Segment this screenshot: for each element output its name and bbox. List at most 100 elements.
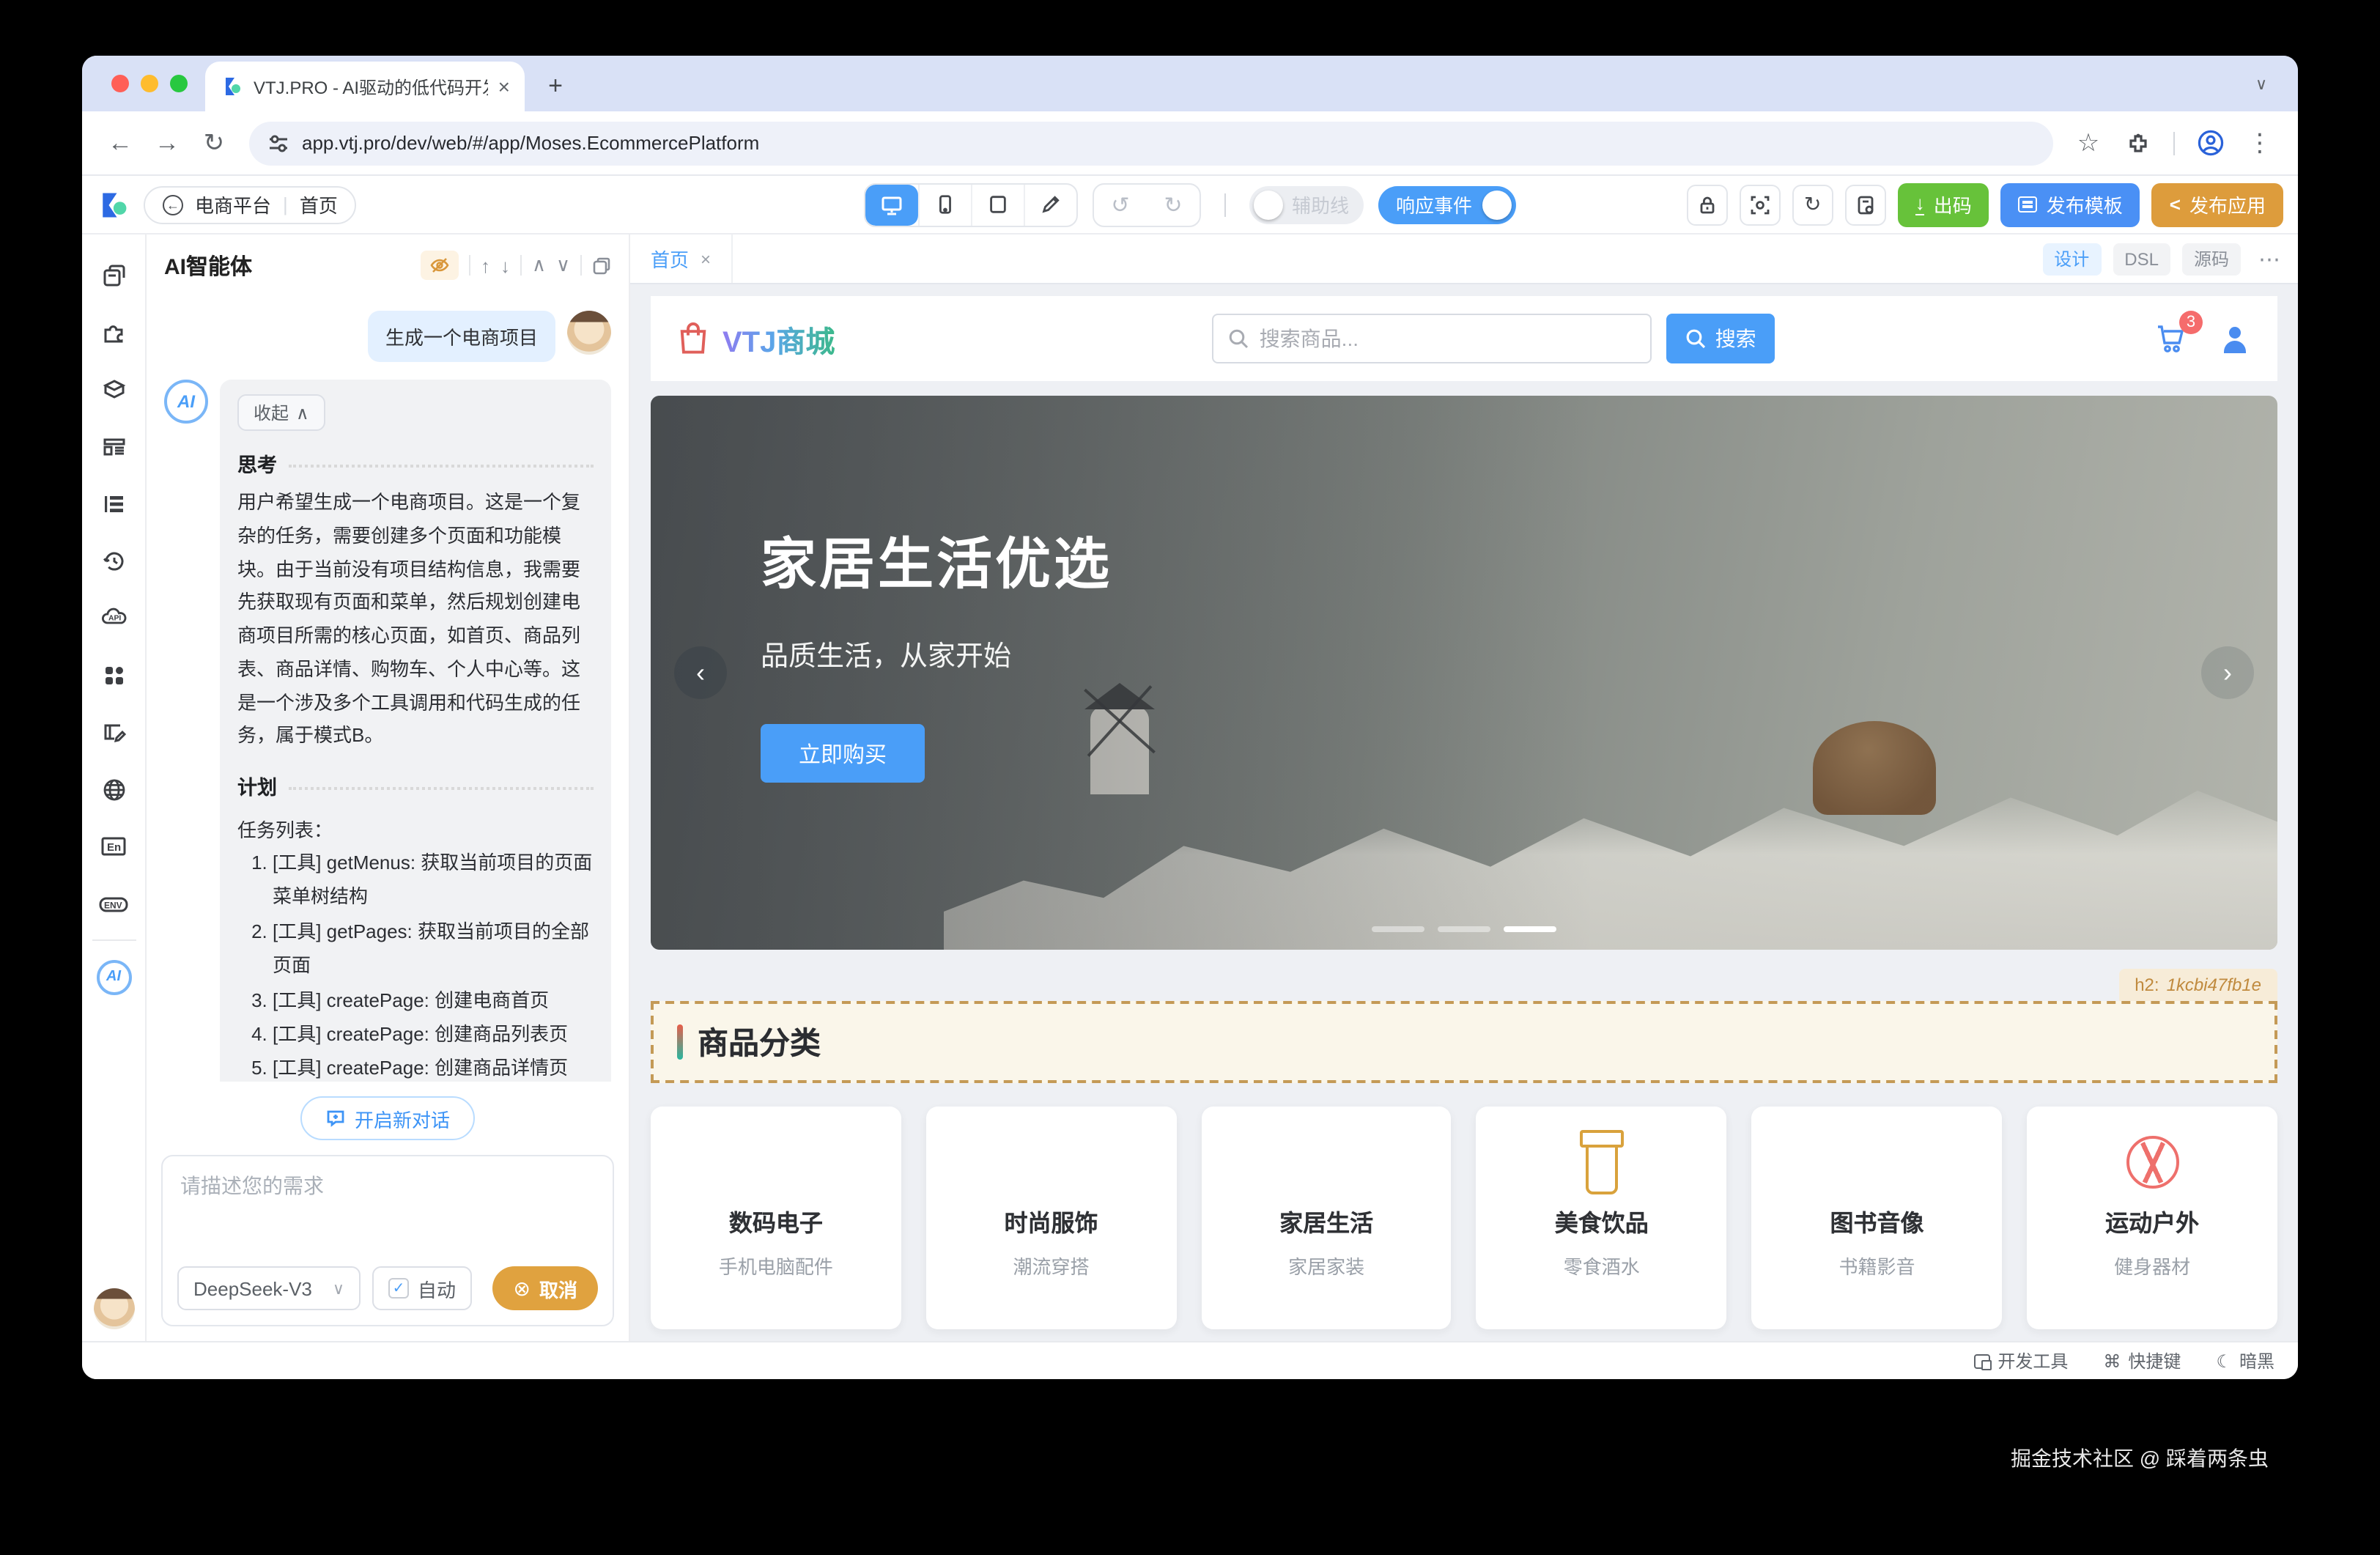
selection-id: 1kcbi47fb1e: [2167, 975, 2261, 995]
view-mode-button[interactable]: 设计: [2042, 243, 2101, 275]
sidebar-item-ai[interactable]: AI: [82, 948, 146, 1005]
sidebar-item-tree[interactable]: [82, 475, 146, 532]
category-desc: 手机电脑配件: [719, 1252, 833, 1279]
page-settings-icon[interactable]: [1845, 184, 1886, 225]
new-chat-button[interactable]: 开启新对话: [300, 1096, 475, 1140]
hero-carousel[interactable]: 家居生活优选 品质生活，从家开始 立即购买 ‹ ›: [651, 396, 2277, 950]
template-icon: [2019, 196, 2038, 213]
category-card[interactable]: 时尚服饰 潮流穿搭: [926, 1107, 1177, 1329]
prompt-input[interactable]: [163, 1156, 613, 1247]
scroll-down-icon[interactable]: [500, 254, 510, 276]
category-card[interactable]: 图书音像 书籍影音: [1752, 1107, 2003, 1329]
shop-logo[interactable]: VTJ商城: [677, 317, 835, 360]
lock-icon[interactable]: [1687, 184, 1728, 225]
sidebar-item-language[interactable]: En: [82, 818, 146, 875]
eye-off-icon[interactable]: [421, 251, 459, 280]
maximize-window-button[interactable]: [170, 75, 188, 92]
more-icon[interactable]: [2258, 245, 2280, 272]
carousel-dot[interactable]: [1372, 926, 1424, 932]
view-mode-button[interactable]: DSL: [2113, 243, 2170, 275]
breadcrumb-app[interactable]: 电商平台: [195, 191, 271, 218]
search-input[interactable]: [1260, 327, 1636, 350]
device-mobile-button[interactable]: [918, 184, 971, 225]
category-card[interactable]: 美食饮品 零食酒水: [1477, 1107, 1727, 1329]
ai-message-row: AI 收起 思考 用户希望生成一个电商项目。这是一个复杂的任务，需要创建多个页面…: [164, 380, 611, 1082]
collapse-button[interactable]: 收起: [237, 394, 325, 431]
tab-close-icon[interactable]: ×: [498, 75, 510, 98]
shortcuts-label: 快捷键: [2128, 1348, 2181, 1373]
carousel-next-icon[interactable]: ›: [2201, 646, 2254, 699]
prev-message-icon[interactable]: [532, 254, 546, 277]
draw-pencil-button[interactable]: [1024, 184, 1076, 225]
checkbox-checked-icon[interactable]: [388, 1278, 409, 1299]
sidebar-item-layout[interactable]: [82, 418, 146, 475]
guides-toggle[interactable]: 辅助线: [1249, 185, 1364, 224]
devtools-button[interactable]: 开发工具: [1974, 1348, 2068, 1373]
auto-checkbox-group[interactable]: 自动: [372, 1266, 472, 1310]
events-toggle-label: 响应事件: [1396, 191, 1472, 218]
minimize-window-button[interactable]: [141, 75, 158, 92]
preview-page: VTJ商城: [630, 284, 2298, 1341]
forward-icon[interactable]: →: [144, 119, 191, 166]
site-settings-icon[interactable]: [268, 133, 289, 153]
scroll-up-icon[interactable]: [481, 254, 490, 276]
page-tab-home[interactable]: 首页: [630, 234, 733, 283]
model-select[interactable]: DeepSeek-V3: [177, 1266, 361, 1310]
category-card[interactable]: 数码电子 手机电脑配件: [651, 1107, 901, 1329]
sidebar-item-blocks[interactable]: [82, 361, 146, 418]
user-icon[interactable]: [2219, 322, 2251, 355]
close-window-button[interactable]: [111, 75, 129, 92]
sidebar-item-form[interactable]: [82, 703, 146, 761]
publish-template-button[interactable]: 发布模板: [2001, 182, 2140, 226]
sidebar-item-history[interactable]: [82, 532, 146, 589]
category-card[interactable]: 家居生活 家居家装: [1201, 1107, 1452, 1329]
back-circle-icon[interactable]: [163, 194, 183, 215]
redo-button[interactable]: ↻: [1147, 184, 1200, 225]
profile-icon[interactable]: [2187, 119, 2233, 166]
command-icon: [2103, 1351, 2121, 1371]
publish-app-button[interactable]: 发布应用: [2152, 182, 2283, 226]
breadcrumb[interactable]: 电商平台 | 首页: [144, 185, 357, 224]
refresh-icon[interactable]: ↻: [1792, 184, 1833, 225]
cancel-button[interactable]: 取消: [493, 1266, 599, 1310]
carousel-prev-icon[interactable]: ‹: [674, 646, 727, 699]
device-desktop-button[interactable]: [865, 184, 918, 225]
close-icon[interactable]: [701, 248, 711, 269]
shortcuts-button[interactable]: 快捷键: [2103, 1348, 2181, 1373]
search-input-wrap[interactable]: [1213, 314, 1652, 363]
cart-button[interactable]: 3: [2153, 321, 2189, 356]
extensions-icon[interactable]: [2115, 119, 2162, 166]
category-card[interactable]: 运动户外 健身器材: [2027, 1107, 2277, 1329]
next-message-icon[interactable]: [556, 254, 570, 277]
bookmark-star-icon[interactable]: ☆: [2065, 119, 2112, 166]
sidebar-item-components[interactable]: [82, 303, 146, 361]
sidebar-item-pages[interactable]: [82, 246, 146, 303]
undo-button[interactable]: ↺: [1094, 184, 1147, 225]
search-button[interactable]: 搜索: [1667, 314, 1775, 363]
carousel-dot[interactable]: [1438, 926, 1490, 932]
view-mode-button[interactable]: 源码: [2182, 243, 2241, 275]
tab-search-icon[interactable]: [2248, 70, 2274, 97]
dark-mode-button[interactable]: 暗黑: [2216, 1348, 2274, 1373]
copy-icon[interactable]: [592, 256, 611, 275]
buy-now-button[interactable]: 立即购买: [761, 724, 925, 783]
sidebar-item-env[interactable]: ENV: [82, 875, 146, 932]
reload-icon[interactable]: ↻: [191, 119, 237, 166]
sidebar-item-api[interactable]: API: [82, 589, 146, 646]
device-tablet-button[interactable]: [971, 184, 1024, 225]
browser-tab[interactable]: VTJ.PRO - AI驱动的低代码开发 ×: [205, 62, 525, 111]
sidebar-item-apps[interactable]: [82, 646, 146, 703]
screenshot-icon[interactable]: [1740, 184, 1781, 225]
breadcrumb-page[interactable]: 首页: [300, 191, 338, 218]
selected-section[interactable]: 商品分类: [651, 1001, 2277, 1083]
chat-area[interactable]: 生成一个电商项目 AI 收起 思考: [147, 296, 629, 1082]
back-icon[interactable]: ←: [97, 119, 144, 166]
menu-kebab-icon[interactable]: ⋮: [2236, 119, 2283, 166]
new-tab-button[interactable]: +: [536, 67, 574, 106]
carousel-dot-active[interactable]: [1504, 926, 1556, 932]
events-toggle[interactable]: 响应事件: [1378, 185, 1516, 224]
address-bar[interactable]: app.vtj.pro/dev/web/#/app/Moses.Ecommerc…: [249, 121, 2053, 165]
sidebar-item-globe[interactable]: [82, 761, 146, 818]
codegen-button[interactable]: 出码: [1898, 182, 1989, 226]
user-avatar[interactable]: [93, 1288, 134, 1329]
